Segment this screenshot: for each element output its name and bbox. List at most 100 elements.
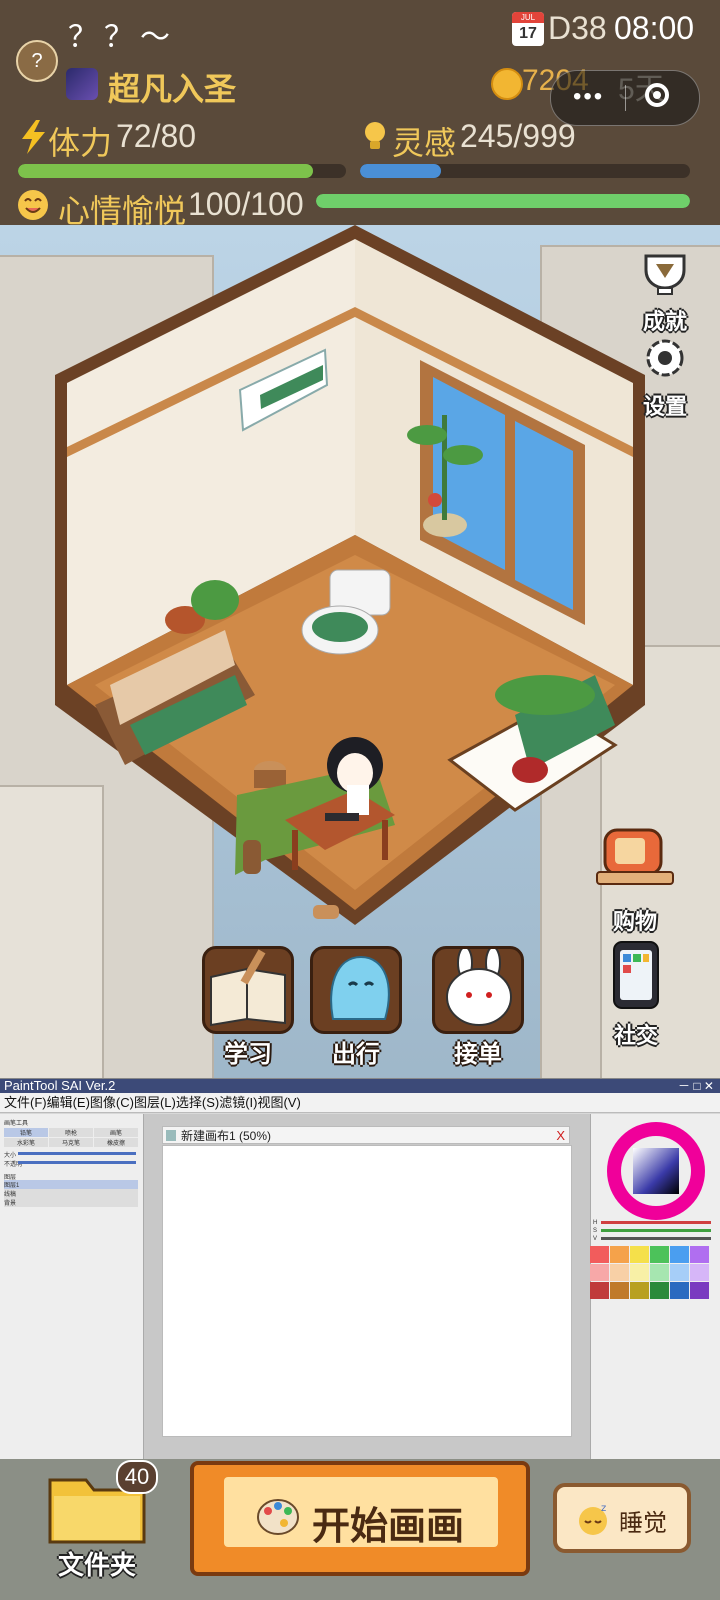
swatch[interactable] — [590, 1264, 609, 1281]
swatch[interactable] — [630, 1282, 649, 1299]
social-button[interactable]: 社交 — [596, 940, 676, 1050]
study-button[interactable]: 学习 — [198, 946, 298, 1069]
leaf-umbrella — [191, 580, 239, 620]
mushroom-icon — [428, 493, 442, 507]
plant-leaf — [407, 425, 447, 445]
game-day: D38 — [548, 10, 607, 46]
desk-leg — [292, 830, 298, 870]
swatch[interactable] — [690, 1264, 709, 1281]
player-rank: 超凡入圣 — [108, 71, 237, 107]
mood-value: 100/100 — [188, 186, 304, 222]
drawing-tablet — [325, 813, 359, 821]
saturation-slider[interactable] — [601, 1229, 711, 1232]
status-hud: ? ？？～ 超凡入圣 JUL 17 D38 08:00 7204 5天 ••• … — [0, 0, 720, 229]
orders-label: 接单 — [454, 1041, 502, 1068]
isometric-room[interactable] — [55, 225, 655, 945]
tool-pencil[interactable]: 铅笔 — [4, 1128, 48, 1137]
coin-icon — [491, 68, 523, 100]
ghost-icon — [330, 955, 390, 1020]
swatch[interactable] — [590, 1246, 609, 1263]
folder-count-badge: 40 — [116, 1460, 158, 1494]
color-swatches[interactable] — [590, 1246, 709, 1299]
close-miniprogram-button[interactable] — [645, 83, 669, 107]
swatch[interactable] — [650, 1246, 669, 1263]
document-icon — [166, 1130, 176, 1141]
tool-watercolor[interactable]: 水彩笔 — [4, 1138, 48, 1147]
sai-tool-panel[interactable]: 画笔工具 铅笔 喷枪 画笔 水彩笔 马克笔 橡皮擦 大小 不透明 图层 图层1 … — [0, 1114, 144, 1459]
layer-row[interactable]: 线稿 — [4, 1189, 138, 1198]
start-drawing-button[interactable]: 开始画画 — [190, 1461, 530, 1576]
sai-menu-bar[interactable]: 文件(F)编辑(E)图像(C)图层(L)选择(S)滤镜(I)视图(V) — [0, 1093, 720, 1113]
swatch[interactable] — [690, 1282, 709, 1299]
layer-row[interactable]: 图层1 — [4, 1180, 138, 1189]
swatch[interactable] — [670, 1282, 689, 1299]
color-square[interactable] — [633, 1148, 679, 1194]
window-controls[interactable]: － □ ✕ — [678, 1079, 714, 1093]
capsule-divider — [625, 85, 626, 111]
shop-button[interactable]: 购物 — [590, 812, 680, 936]
phone-icon — [613, 941, 659, 1009]
inspiration-label: 灵感 — [392, 125, 457, 161]
swatch[interactable] — [630, 1264, 649, 1281]
player-name: ？？～ — [68, 21, 176, 54]
stamina-label: 体力 — [48, 125, 113, 161]
swatch[interactable] — [670, 1246, 689, 1263]
window-pane-right[interactable] — [515, 421, 573, 610]
swatch[interactable] — [650, 1282, 669, 1299]
avatar[interactable]: ? — [16, 40, 58, 82]
stamina-bar — [18, 164, 346, 178]
character-body — [347, 785, 369, 815]
inspiration-value: 245/999 — [460, 118, 576, 154]
drawing-canvas[interactable] — [162, 1145, 572, 1437]
achievements-label: 成就 — [642, 309, 687, 334]
lightbulb-icon — [365, 122, 385, 149]
start-drawing-label: 开始画画 — [312, 1506, 465, 1548]
tool-brush[interactable]: 画笔 — [94, 1128, 138, 1137]
opacity-slider[interactable] — [18, 1161, 136, 1164]
size-label: 大小 — [4, 1153, 17, 1159]
close-canvas-button[interactable]: X — [556, 1127, 565, 1145]
swatch[interactable] — [650, 1264, 669, 1281]
swatch[interactable] — [610, 1246, 629, 1263]
log — [313, 905, 339, 919]
rank-icon — [66, 68, 98, 100]
swatch[interactable] — [630, 1246, 649, 1263]
canvas-tab[interactable]: 新建画布1 (50%) X — [162, 1126, 570, 1144]
swatch[interactable] — [610, 1264, 629, 1281]
tool-airbrush[interactable]: 喷枪 — [49, 1128, 93, 1137]
sai-title-bar: PaintTool SAI Ver.2 － □ ✕ — [0, 1079, 720, 1093]
gear-icon — [646, 339, 684, 377]
swatch[interactable] — [590, 1282, 609, 1299]
log — [243, 840, 261, 874]
swatch[interactable] — [610, 1282, 629, 1299]
game-time: 08:00 — [614, 10, 695, 46]
stamina-value: 72/80 — [116, 118, 197, 154]
tool-marker[interactable]: 马克笔 — [49, 1138, 93, 1147]
orders-button[interactable]: 接单 — [428, 946, 528, 1069]
more-menu-button[interactable]: ••• — [573, 83, 604, 111]
folder-button[interactable]: 40 文件夹 — [48, 1460, 158, 1582]
folder-label: 文件夹 — [57, 1550, 136, 1580]
swatch[interactable] — [670, 1264, 689, 1281]
achievements-button[interactable]: 成就 — [630, 252, 700, 336]
inspiration-bar — [360, 164, 690, 178]
tv-shop-icon — [596, 828, 674, 885]
toilet-lid — [312, 612, 368, 642]
size-slider[interactable] — [18, 1152, 136, 1155]
value-slider[interactable] — [601, 1237, 711, 1240]
stamina-bar-fill — [18, 164, 314, 178]
travel-button[interactable]: 出行 — [306, 946, 406, 1069]
settings-label: 设置 — [642, 394, 687, 419]
hue-slider[interactable] — [601, 1221, 711, 1224]
orders-tile — [432, 946, 524, 1034]
tool-group-label: 画笔工具 — [4, 1121, 29, 1127]
trophy-icon — [644, 254, 686, 295]
sai-title: PaintTool SAI Ver.2 — [4, 1078, 116, 1093]
travel-label: 出行 — [332, 1041, 380, 1068]
value-label: V — [593, 1236, 598, 1242]
settings-button[interactable]: 设置 — [630, 335, 700, 421]
swatch[interactable] — [690, 1246, 709, 1263]
sleep-button[interactable]: z 睡觉 — [553, 1483, 691, 1553]
layer-row[interactable]: 背景 — [4, 1198, 138, 1207]
tool-eraser[interactable]: 橡皮擦 — [94, 1138, 138, 1147]
